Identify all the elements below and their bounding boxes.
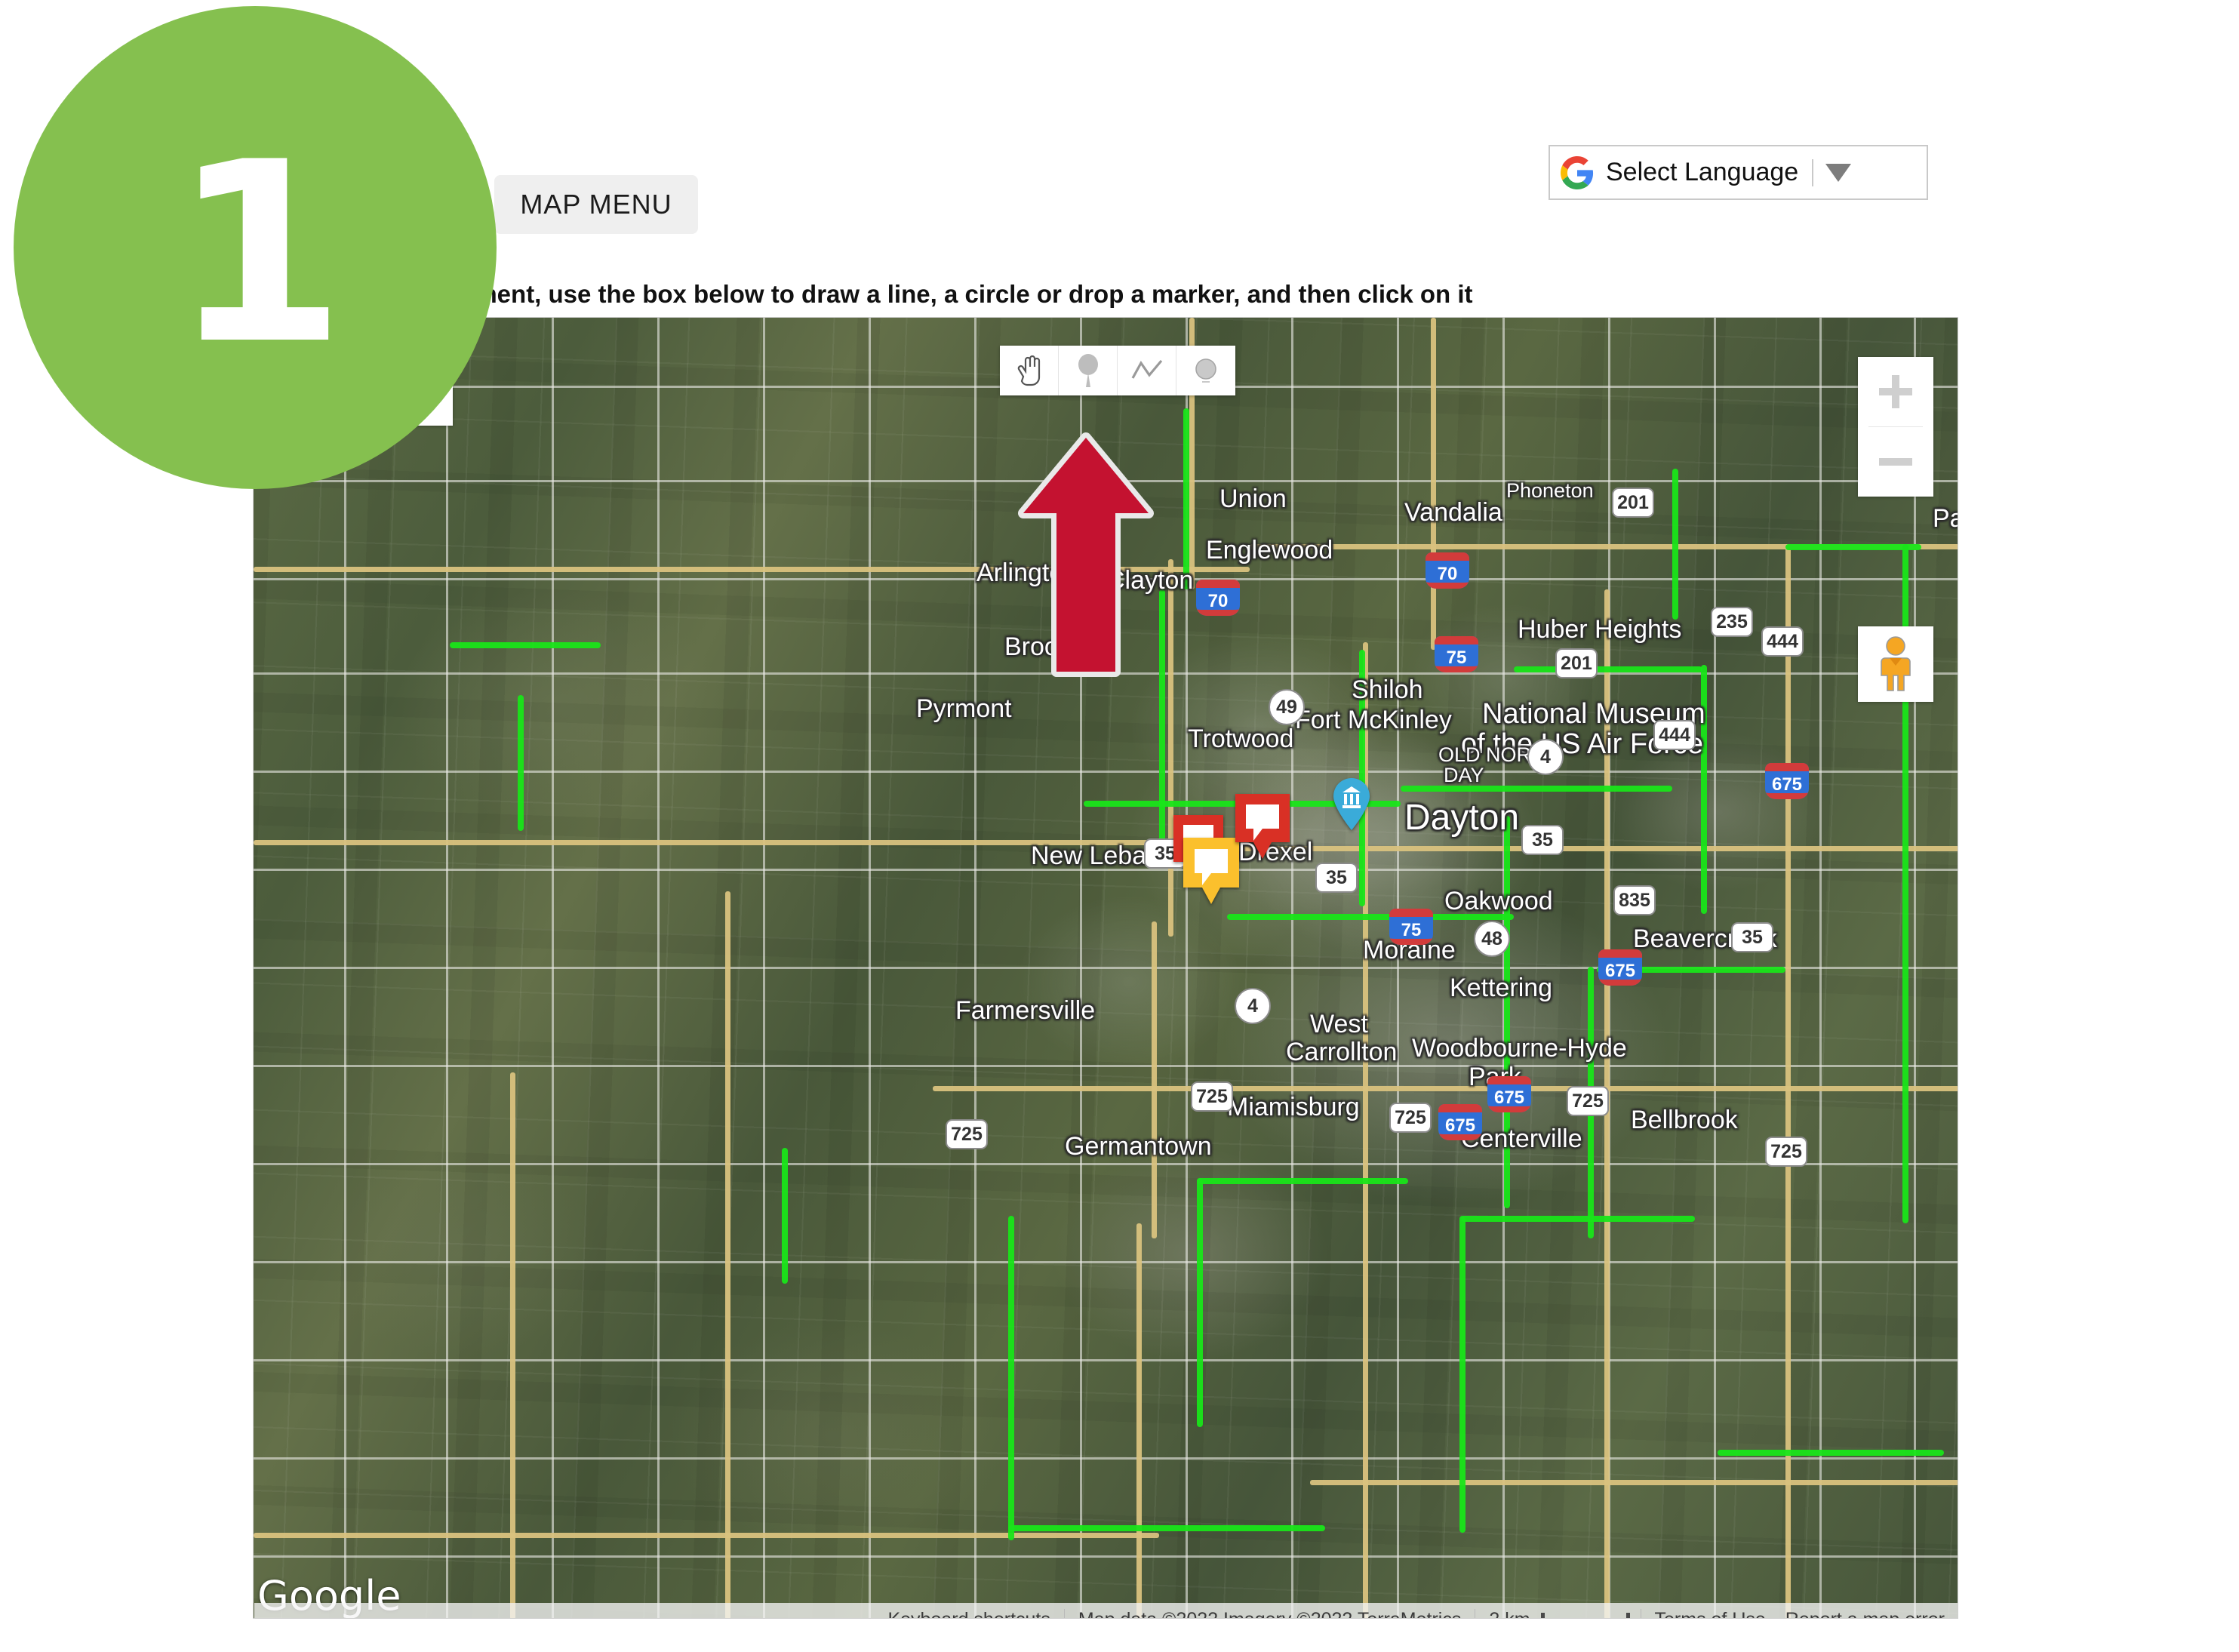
map-label: Park L: [1933, 504, 1958, 533]
marker-tool[interactable]: [1059, 346, 1118, 395]
map-label: DAY: [1444, 764, 1484, 786]
highway-shield: 675: [1487, 1076, 1531, 1112]
hand-pan-tool[interactable]: [1000, 346, 1059, 395]
highway-shield: 4: [1235, 988, 1271, 1024]
up-arrow-pointer: [1017, 432, 1155, 684]
highway-shield: 235: [1711, 607, 1753, 637]
zoom-in-button[interactable]: [1858, 357, 1933, 426]
map-menu-label: MAP MENU: [520, 189, 672, 220]
plus-icon: [1879, 375, 1912, 408]
map-data-text: Map data ©2022 Imagery ©2022 TerraMetric…: [1065, 1609, 1475, 1619]
step-number-text: 1: [172, 109, 346, 398]
drawing-toolbar[interactable]: [1000, 346, 1235, 395]
zoom-out-button[interactable]: [1858, 427, 1933, 497]
street-view-pegman-icon: [1881, 636, 1911, 691]
highway-shield: 201: [1612, 488, 1654, 518]
polyline-icon: [1131, 359, 1162, 379]
highway-shield: 35: [1731, 922, 1773, 952]
highway-shield: 725: [1567, 1086, 1609, 1116]
highway-shield: 201: [1555, 648, 1598, 678]
polyline-tool[interactable]: [1118, 346, 1176, 395]
terms-of-use-link[interactable]: Terms of Use: [1641, 1609, 1779, 1619]
translate-label: Select Language: [1606, 158, 1799, 186]
google-g-icon: [1561, 155, 1594, 189]
map-label: Kettering: [1450, 974, 1553, 1002]
circle-icon: [1195, 358, 1216, 383]
map-label: Bellbrook: [1631, 1106, 1738, 1134]
highway-shield: 725: [1389, 1103, 1432, 1133]
minus-icon: [1879, 458, 1912, 466]
map-label: West: [1310, 1010, 1368, 1038]
map-label: Germantown: [1065, 1132, 1212, 1161]
highway-shield: 49: [1269, 689, 1305, 725]
map-label: Farmersville: [955, 996, 1096, 1025]
map-label: Phoneton: [1506, 479, 1594, 502]
highway-shield: 75: [1389, 909, 1433, 945]
scale-label: 2 km: [1475, 1609, 1533, 1619]
map-attribution-bar: Keyboard shortcuts Map data ©2022 Imager…: [254, 1603, 1958, 1619]
map-label: Miamisburg: [1227, 1093, 1360, 1121]
highway-shield: 75: [1435, 636, 1478, 672]
google-translate-widget[interactable]: Select Language: [1549, 145, 1928, 200]
highway-shield: 35: [1521, 825, 1564, 855]
map-label: Vandalia: [1404, 498, 1502, 527]
highway-shield: 48: [1474, 921, 1510, 957]
map-label: Pyrmont: [916, 694, 1012, 723]
highway-shield: 35: [1315, 863, 1358, 893]
highway-shield: 675: [1438, 1104, 1482, 1140]
highway-shield: 70: [1426, 552, 1469, 589]
map-label: Englewood: [1206, 536, 1333, 565]
map-label: Shiloh: [1352, 675, 1423, 704]
highway-shield: 725: [946, 1119, 988, 1149]
circle-tool[interactable]: [1176, 346, 1235, 395]
map-label: Fort McKinley: [1295, 706, 1452, 734]
map-label: Trotwood: [1188, 724, 1294, 753]
report-map-error-link[interactable]: Report a map error: [1779, 1609, 1958, 1619]
highway-shield: 725: [1191, 1081, 1233, 1112]
map-label: Carrollton: [1286, 1038, 1398, 1066]
chevron-down-icon[interactable]: [1825, 163, 1852, 182]
highway-shield: 70: [1196, 580, 1240, 616]
instruction-text: mment, use the box below to draw a line,…: [453, 280, 1473, 308]
highway-shield: 675: [1765, 763, 1809, 799]
highway-shield: 444: [1653, 720, 1696, 750]
highway-shield: 444: [1761, 626, 1804, 657]
map-label: Huber Heights: [1518, 615, 1682, 644]
map-pin-icon: [1078, 354, 1098, 387]
map-menu-button[interactable]: MAP MENU: [494, 175, 698, 234]
keyboard-shortcuts-link[interactable]: Keyboard shortcuts: [874, 1609, 1063, 1619]
map-label: Dayton: [1404, 798, 1520, 838]
map-label: Oakwood: [1444, 887, 1553, 915]
screenshot-root: MAP MENU mment, use the box below to dra…: [0, 0, 2239, 1652]
museum-poi-marker[interactable]: [1331, 777, 1372, 835]
comment-marker-red-2[interactable]: [1232, 791, 1293, 876]
highway-shield: 4: [1527, 739, 1564, 775]
zoom-control[interactable]: [1858, 357, 1933, 497]
highway-shield: 835: [1613, 885, 1656, 915]
translate-separator: [1812, 158, 1814, 186]
hand-icon: [1017, 355, 1040, 386]
highway-shield: 725: [1765, 1137, 1807, 1167]
map-label: Union: [1219, 485, 1287, 513]
street-view-pegman-button[interactable]: [1858, 626, 1933, 702]
map-label: Woodbourne-Hyde: [1412, 1034, 1627, 1063]
scale-bar-graphic: [1540, 1613, 1630, 1618]
highway-shield: 675: [1598, 949, 1642, 986]
step-number-badge: 1: [14, 6, 497, 489]
